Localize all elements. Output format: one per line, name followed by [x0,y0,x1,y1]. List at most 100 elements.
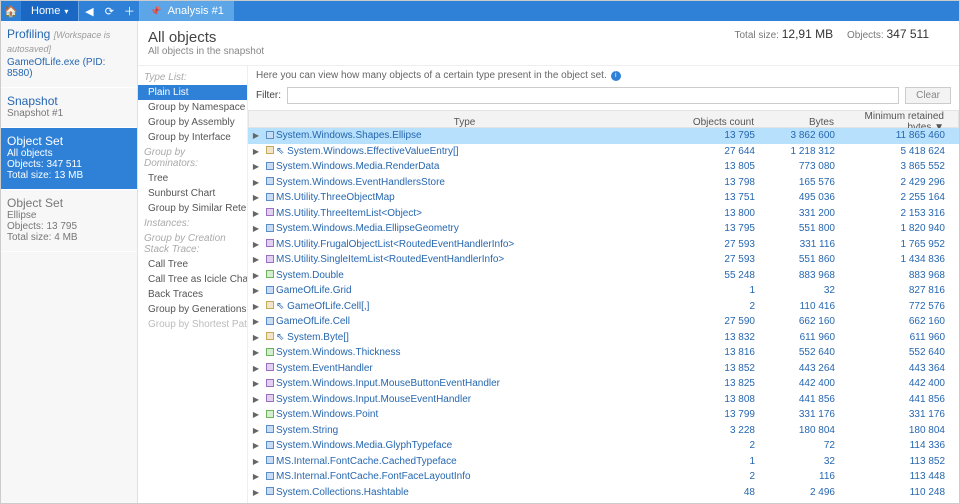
row-expander-icon[interactable]: ▶ [248,364,264,373]
type-name[interactable]: ⇖ System.Windows.EffectiveValueEntry[] [276,146,681,157]
table-row[interactable]: ▶System.Windows.Input.MouseEventHandler1… [248,392,959,408]
table-row[interactable]: ▶ System.Windows.Input.MouseButtonEventHa… [248,376,959,392]
add-button[interactable]: ＋ [119,1,139,21]
row-expander-icon[interactable]: ▶ [248,333,264,342]
row-expander-icon[interactable]: ▶ [248,348,264,357]
table-row[interactable]: ▶System.Windows.Media.RenderData13 80577… [248,159,959,175]
home-menu-button[interactable]: Home ▾ [21,1,78,21]
filter-input[interactable] [287,87,899,104]
col-bytes[interactable]: Bytes [760,117,840,128]
table-row[interactable]: ▶MS.Utility.ThreeObjectMap13 751495 0362… [248,190,959,206]
typelist-item[interactable]: Group by Namespace [138,100,247,115]
row-expander-icon[interactable]: ▶ [248,286,264,295]
type-name[interactable]: System.Windows.Media.GlyphTypeface [276,440,681,451]
nav-back-button[interactable]: ◀ [79,1,99,21]
type-name[interactable]: System.Collections.Hashtable [276,487,681,498]
type-name[interactable]: ⇖ GameOfLife.Cell[,] [276,301,681,312]
sidebar-snapshot[interactable]: Snapshot Snapshot #1 [1,88,137,128]
type-name[interactable]: MS.Internal.FontCache.FontFaceLayoutInfo [276,471,681,482]
typelist-item[interactable]: Sunburst Chart [138,186,247,201]
table-row[interactable]: ▶System.String3 228180 804180 804 [248,423,959,439]
filter-clear-button[interactable]: Clear [905,87,951,104]
row-expander-icon[interactable]: ▶ [248,472,264,481]
table-row[interactable]: ▶System.Double55 248883 968883 968 [248,268,959,284]
tab-pin-icon[interactable]: 📌 [150,6,161,17]
row-expander-icon[interactable]: ▶ [248,410,264,419]
table-row[interactable]: ▶GameOfLife.Cell27 590662 160662 160 [248,314,959,330]
col-count[interactable]: Objects count [680,117,760,128]
grid-body[interactable]: ▶System.Windows.Shapes.Ellipse13 7953 86… [248,128,959,503]
table-row[interactable]: ▶System.EventHandler13 852443 264443 364 [248,361,959,377]
table-row[interactable]: ▶MS.Utility.ThreeItemList<Object>13 8003… [248,206,959,222]
table-row[interactable]: ▶System.Windows.EventHandlersStore13 798… [248,175,959,191]
table-row[interactable]: ▶System.Collections.Hashtable482 496110 … [248,485,959,501]
row-expander-icon[interactable]: ▶ [248,426,264,435]
row-expander-icon[interactable]: ▶ [248,457,264,466]
sidebar-objectset-active[interactable]: Object Set All objects Objects: 347 511 … [1,128,137,190]
typelist-item[interactable]: Plain List [138,85,247,100]
table-row[interactable]: ▶System.Windows.Point13 799331 176331 17… [248,407,959,423]
type-name[interactable]: System.Windows.Media.RenderData [276,161,681,172]
table-row[interactable]: ▶ MS.Utility.FrugalObjectList<RoutedEvent… [248,237,959,253]
row-expander-icon[interactable]: ▶ [248,317,264,326]
row-expander-icon[interactable]: ▶ [248,255,264,264]
row-expander-icon[interactable]: ▶ [248,302,264,311]
table-row[interactable]: ▶System.Windows.Shapes.Ellipse13 7953 86… [248,128,959,144]
type-name[interactable]: System.Windows.Point [276,409,681,420]
type-name[interactable]: MS.Utility.FrugalObjectList<RoutedEventH… [276,239,681,250]
type-name[interactable]: System.Windows.Thickness [276,347,681,358]
type-name[interactable]: System.EventHandler [276,363,681,374]
type-name[interactable]: System.Windows.Input.MouseEventHandler [276,394,681,405]
type-name[interactable]: ⇖ System.Byte[] [276,332,681,343]
row-expander-icon[interactable]: ▶ [248,178,264,187]
table-row[interactable]: ▶⇖ System.Windows.EffectiveValueEntry[]2… [248,144,959,160]
row-expander-icon[interactable]: ▶ [248,441,264,450]
type-name[interactable]: MS.Utility.ThreeItemList<Object> [276,208,681,219]
table-row[interactable]: ▶System.Windows.Media.EllipseGeometry13 … [248,221,959,237]
typelist-item[interactable]: Call Tree [138,257,247,272]
info-icon[interactable]: i [611,71,621,81]
home-icon[interactable]: 🏠 [1,1,21,21]
typelist-item[interactable]: Group by Interface [138,130,247,145]
row-expander-icon[interactable]: ▶ [248,240,264,249]
typelist-item[interactable]: Call Tree as Icicle Chart [138,272,247,287]
row-expander-icon[interactable]: ▶ [248,395,264,404]
table-row[interactable]: ▶MS.Internal.FontCache.CachedTypeface132… [248,454,959,470]
type-name[interactable]: System.Double [276,270,681,281]
row-expander-icon[interactable]: ▶ [248,162,264,171]
row-expander-icon[interactable]: ▶ [248,271,264,280]
type-name[interactable]: System.String [276,425,681,436]
col-type[interactable]: Type [249,117,680,128]
sidebar-profiling[interactable]: Profiling [Workspace is autosaved] GameO… [1,21,137,88]
type-name[interactable]: GameOfLife.Cell [276,316,681,327]
row-expander-icon[interactable]: ▶ [248,488,264,497]
table-row[interactable]: ▶ MS.Internal.FontCache.FontFaceLayoutInf… [248,469,959,485]
type-name[interactable]: MS.Utility.ThreeObjectMap [276,192,681,203]
type-name[interactable]: GameOfLife.Grid [276,285,681,296]
tab-analysis[interactable]: 📌 Analysis #1 [140,1,233,21]
typelist-item[interactable]: Group by Assembly [138,115,247,130]
sidebar-objectset-2[interactable]: Object Set Ellipse Objects: 13 795 Total… [1,190,137,252]
refresh-button[interactable]: ⟳ [99,1,119,21]
row-expander-icon[interactable]: ▶ [248,379,264,388]
typelist-item[interactable]: Group by Generations [138,302,247,317]
table-row[interactable]: ▶GameOfLife.Grid132827 816 [248,283,959,299]
table-row[interactable]: ▶⇖ GameOfLife.Cell[,]2110 416772 576 [248,299,959,315]
table-row[interactable]: ▶System.Windows.Thickness13 816552 64055… [248,345,959,361]
type-name[interactable]: System.Windows.EventHandlersStore [276,177,681,188]
row-expander-icon[interactable]: ▶ [248,193,264,202]
type-name[interactable]: System.Windows.Media.EllipseGeometry [276,223,681,234]
row-expander-icon[interactable]: ▶ [248,147,264,156]
table-row[interactable]: ▶System.Windows.Media.GlyphTypeface27211… [248,438,959,454]
table-row[interactable]: ▶⇖ System.Byte[]13 832611 960611 960 [248,330,959,346]
row-expander-icon[interactable]: ▶ [248,209,264,218]
typelist-item[interactable]: Tree [138,171,247,186]
typelist-item[interactable]: Back Traces [138,287,247,302]
type-name[interactable]: System.Windows.Shapes.Ellipse [276,130,681,141]
type-name[interactable]: System.Windows.Input.MouseButtonEventHan… [276,378,681,389]
type-name[interactable]: MS.Internal.FontCache.CachedTypeface [276,456,681,467]
row-expander-icon[interactable]: ▶ [248,131,264,140]
type-name[interactable]: MS.Utility.SingleItemList<RoutedEventHan… [276,254,681,265]
row-expander-icon[interactable]: ▶ [248,224,264,233]
typelist-item[interactable]: Group by Similar Retention [138,201,247,216]
